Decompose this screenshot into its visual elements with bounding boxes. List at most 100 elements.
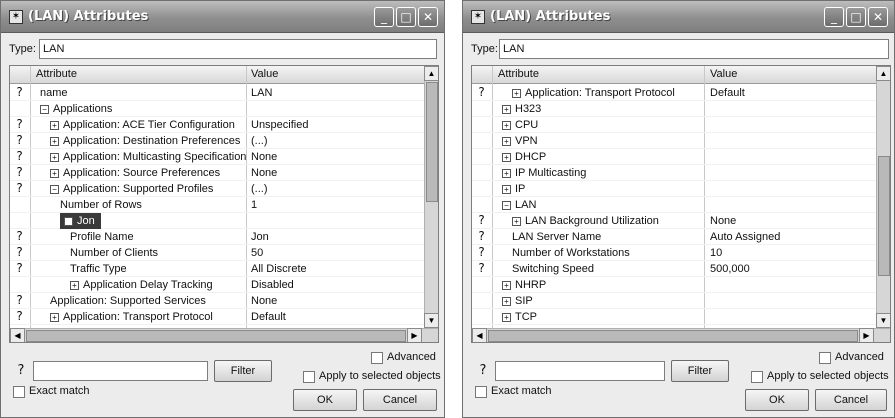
vertical-scrollbar[interactable]: ▲ ▼ [424,66,438,328]
table-row[interactable]: + DHCP [472,149,876,165]
app-icon[interactable]: ✶ [471,10,485,24]
table-row[interactable]: ? + Application: Transport Protocol Default [472,85,876,101]
value-column-header[interactable]: Value [710,68,737,80]
attribute-name[interactable]: + LAN Background Utilization [512,213,659,229]
table-row[interactable]: ? + Application: Destination Preferences (.… [10,133,424,149]
help-icon[interactable]: ? [13,294,26,307]
advanced-checkbox[interactable] [819,352,831,364]
attribute-name[interactable]: LAN Server Name [512,229,601,245]
table-row[interactable]: − LAN [472,197,876,213]
table-row[interactable]: + CPU [472,117,876,133]
expand-icon[interactable]: + [50,153,59,162]
advanced-checkbox[interactable] [371,352,383,364]
attribute-name[interactable]: + SIP [502,293,533,309]
apply-to-selected-checkbox[interactable] [303,371,315,383]
table-row[interactable]: + H323 [472,101,876,117]
attribute-value[interactable]: Default [710,85,745,101]
ok-button[interactable]: OK [745,389,809,411]
attribute-name[interactable]: + Application: Transport Protocol [50,309,213,325]
attribute-value[interactable]: LAN [251,85,272,101]
attribute-name[interactable]: − LAN [502,197,536,213]
help-icon[interactable]: ? [13,230,26,243]
help-icon[interactable]: ? [475,214,488,227]
attribute-value[interactable]: 1 [251,197,257,213]
table-row[interactable]: + NHRP [472,277,876,293]
attribute-value[interactable]: Auto Assigned [710,229,780,245]
table-row[interactable]: + IP Multicasting [472,165,876,181]
attribute-value[interactable]: Jon [251,229,269,245]
expand-icon[interactable]: + [50,121,59,130]
cancel-button[interactable]: Cancel [815,389,887,411]
table-row[interactable]: ? Number of Clients 50 [10,245,424,261]
attribute-name[interactable]: + VPN [502,133,538,149]
help-icon[interactable]: ? [13,86,26,99]
app-icon[interactable]: ✶ [9,10,23,24]
table-row[interactable]: ? + Application: ACE Tier Configuration Uns… [10,117,424,133]
table-row[interactable]: ? − Application: Supported Profiles (...) [10,181,424,197]
attribute-name[interactable]: + Application: Transport Protocol [512,85,675,101]
expand-icon[interactable]: + [512,89,521,98]
attribute-value[interactable]: None [251,165,277,181]
expand-icon[interactable]: + [70,281,79,290]
table-row[interactable]: ? Application: Supported Services None [10,293,424,309]
attribute-value[interactable]: Disabled [251,277,294,293]
table-row[interactable]: ? Traffic Type All Discrete [10,261,424,277]
scroll-down-arrow-icon[interactable]: ▼ [424,313,438,328]
vertical-scrollbar[interactable]: ▲ ▼ [876,66,890,328]
attributes-grid[interactable]: Attribute Value ? + Application: Transport… [471,65,891,343]
close-button[interactable]: ✕ [868,7,888,27]
scroll-right-arrow-icon[interactable]: ▶ [407,328,422,342]
help-icon[interactable]: ? [13,246,26,259]
attribute-name[interactable]: + Application: Destination Preferences [50,133,240,149]
ok-button[interactable]: OK [293,389,357,411]
scroll-down-arrow-icon[interactable]: ▼ [876,313,890,328]
attribute-name[interactable]: Number of Clients [70,245,158,261]
scroll-thumb[interactable] [426,82,438,202]
expand-icon[interactable]: + [502,121,511,130]
attribute-value[interactable]: Default [251,309,286,325]
table-row[interactable]: ? name LAN [10,85,424,101]
minimize-button[interactable]: _ [374,7,394,27]
close-button[interactable]: ✕ [418,7,438,27]
attribute-value[interactable]: None [710,213,736,229]
attribute-name[interactable]: + IP Multicasting [502,165,586,181]
attribute-name[interactable]: + NHRP [502,277,546,293]
expand-icon[interactable]: + [502,281,511,290]
table-row[interactable]: − Jon [10,213,424,229]
attribute-name[interactable]: − Applications [40,101,112,117]
expand-icon[interactable]: + [50,169,59,178]
attribute-name[interactable]: + Application: ACE Tier Configuration [50,117,235,133]
attribute-column-header[interactable]: Attribute [36,68,77,80]
value-column-header[interactable]: Value [251,68,278,80]
horizontal-scrollbar[interactable]: ◀ ▶ [472,328,890,342]
attribute-name[interactable]: name [40,85,68,101]
attribute-name[interactable]: Number of Workstations [512,245,630,261]
title-bar[interactable]: ✶ (LAN) Attributes _ □ ✕ [1,1,444,33]
table-row[interactable]: + TCP [472,309,876,325]
expand-icon[interactable]: + [502,185,511,194]
attribute-name[interactable]: − Application: Supported Profiles [50,181,213,197]
apply-to-selected-checkbox[interactable] [751,371,763,383]
help-icon[interactable]: ? [475,246,488,259]
scroll-up-arrow-icon[interactable]: ▲ [424,66,438,81]
scroll-up-arrow-icon[interactable]: ▲ [876,66,890,81]
attribute-name[interactable]: + IP [502,181,525,197]
help-icon[interactable]: ? [13,262,26,275]
filter-button[interactable]: Filter [214,360,272,382]
scroll-left-arrow-icon[interactable]: ◀ [472,328,487,342]
horizontal-scrollbar[interactable]: ◀ ▶ [10,328,438,342]
table-row[interactable]: ? Switching Speed 500,000 [472,261,876,277]
filter-input[interactable] [33,361,208,381]
attribute-value[interactable]: All Discrete [251,261,307,277]
scroll-thumb[interactable] [488,330,858,342]
exact-match-checkbox[interactable] [13,386,25,398]
attribute-name[interactable]: Traffic Type [70,261,127,277]
table-row[interactable]: + IP [472,181,876,197]
attribute-value[interactable]: None [251,149,277,165]
table-row[interactable]: ? + Application: Source Preferences None [10,165,424,181]
expand-icon[interactable]: + [502,153,511,162]
help-icon[interactable]: ? [13,182,26,195]
table-row[interactable]: ? Profile Name Jon [10,229,424,245]
table-row[interactable]: ? Number of Workstations 10 [472,245,876,261]
expand-icon[interactable]: + [502,297,511,306]
